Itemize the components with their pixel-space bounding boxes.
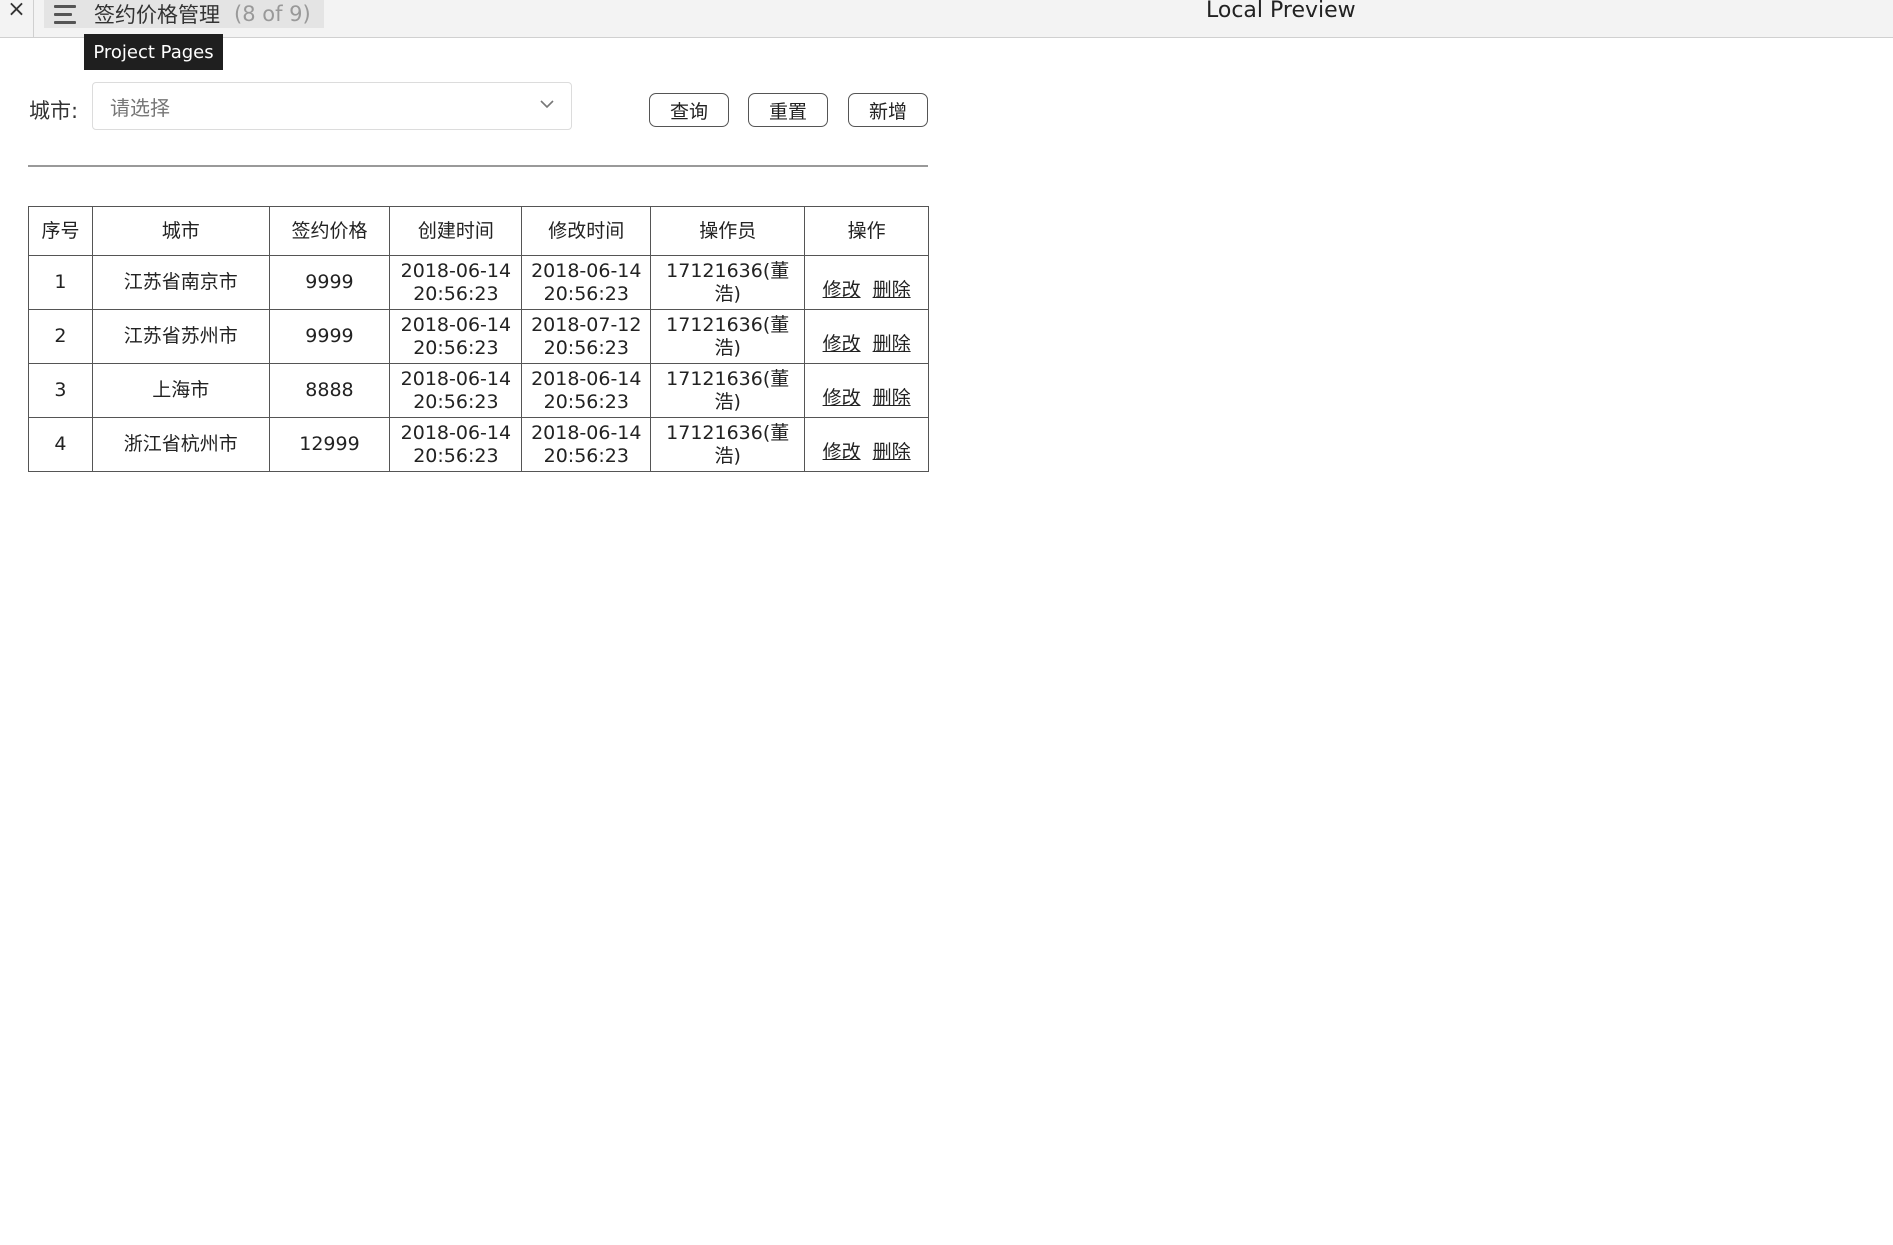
edit-link[interactable]: 修改 (823, 279, 861, 301)
row-modified: 2018-06-14 20:56:23 (521, 417, 652, 472)
row-no: 4 (28, 417, 93, 472)
row-created: 2018-06-14 20:56:23 (389, 309, 523, 364)
table-header-row: 序号 城市 签约价格 创建时间 修改时间 操作员 操作 (28, 206, 929, 256)
chevron-down-icon (540, 100, 554, 109)
row-operator: 17121636(董浩) (650, 309, 806, 364)
row-city: 江苏省南京市 (91, 255, 270, 310)
row-actions: 修改 删除 (804, 363, 929, 418)
row-created: 2018-06-14 20:56:23 (389, 255, 523, 310)
delete-link[interactable]: 删除 (873, 279, 911, 301)
row-no: 3 (28, 363, 93, 418)
city-label: 城市: (29, 99, 79, 123)
row-city: 上海市 (91, 363, 270, 418)
header-created: 创建时间 (389, 206, 523, 256)
project-pages-button[interactable]: 签约价格管理 (8 of 9) (44, 0, 324, 28)
delete-link[interactable]: 删除 (873, 387, 911, 409)
query-button[interactable]: 查询 (649, 93, 729, 127)
row-created: 2018-06-14 20:56:23 (389, 417, 523, 472)
project-pages-tooltip: Project Pages (84, 34, 223, 70)
header-modified: 修改时间 (521, 206, 652, 256)
row-actions: 修改 删除 (804, 255, 929, 310)
table-row: 3 上海市 8888 2018-06-14 20:56:23 2018-06-1… (28, 363, 929, 418)
row-modified: 2018-06-14 20:56:23 (521, 363, 652, 418)
header-price: 签约价格 (268, 206, 391, 256)
hamburger-menu-icon (54, 4, 76, 24)
row-operator: 17121636(董浩) (650, 363, 806, 418)
row-no: 1 (28, 255, 93, 310)
city-select[interactable]: 请选择 (92, 82, 572, 130)
header-city: 城市 (91, 206, 270, 256)
page-count: (8 of 9) (234, 2, 311, 26)
row-actions: 修改 删除 (804, 417, 929, 472)
table-row: 2 江苏省苏州市 9999 2018-06-14 20:56:23 2018-0… (28, 309, 929, 364)
row-operator: 17121636(董浩) (650, 255, 806, 310)
delete-link[interactable]: 删除 (873, 333, 911, 355)
contract-price-table: 序号 城市 签约价格 创建时间 修改时间 操作员 操作 1 江苏省南京市 999… (28, 206, 929, 472)
header-no: 序号 (28, 206, 93, 256)
delete-link[interactable]: 删除 (873, 441, 911, 463)
close-icon[interactable]: × (0, 0, 34, 38)
table-row: 1 江苏省南京市 9999 2018-06-14 20:56:23 2018-0… (28, 255, 929, 310)
edit-link[interactable]: 修改 (823, 387, 861, 409)
preview-title: Local Preview (1206, 0, 1356, 23)
row-price: 9999 (268, 255, 391, 310)
header-actions: 操作 (804, 206, 929, 256)
city-select-placeholder: 请选择 (110, 95, 170, 120)
row-modified: 2018-07-12 20:56:23 (521, 309, 652, 364)
row-operator: 17121636(董浩) (650, 417, 806, 472)
row-actions: 修改 删除 (804, 309, 929, 364)
current-page-name: 签约价格管理 (94, 3, 220, 27)
top-bar: × 签约价格管理 (8 of 9) Local Preview (0, 0, 1893, 38)
row-price: 12999 (268, 417, 391, 472)
row-price: 9999 (268, 309, 391, 364)
add-button[interactable]: 新增 (848, 93, 928, 127)
row-city: 浙江省杭州市 (91, 417, 270, 472)
header-operator: 操作员 (650, 206, 806, 256)
table-row: 4 浙江省杭州市 12999 2018-06-14 20:56:23 2018-… (28, 417, 929, 472)
edit-link[interactable]: 修改 (823, 441, 861, 463)
row-no: 2 (28, 309, 93, 364)
edit-link[interactable]: 修改 (823, 333, 861, 355)
row-city: 江苏省苏州市 (91, 309, 270, 364)
reset-button[interactable]: 重置 (748, 93, 828, 127)
divider (28, 165, 928, 167)
row-modified: 2018-06-14 20:56:23 (521, 255, 652, 310)
row-price: 8888 (268, 363, 391, 418)
row-created: 2018-06-14 20:56:23 (389, 363, 523, 418)
